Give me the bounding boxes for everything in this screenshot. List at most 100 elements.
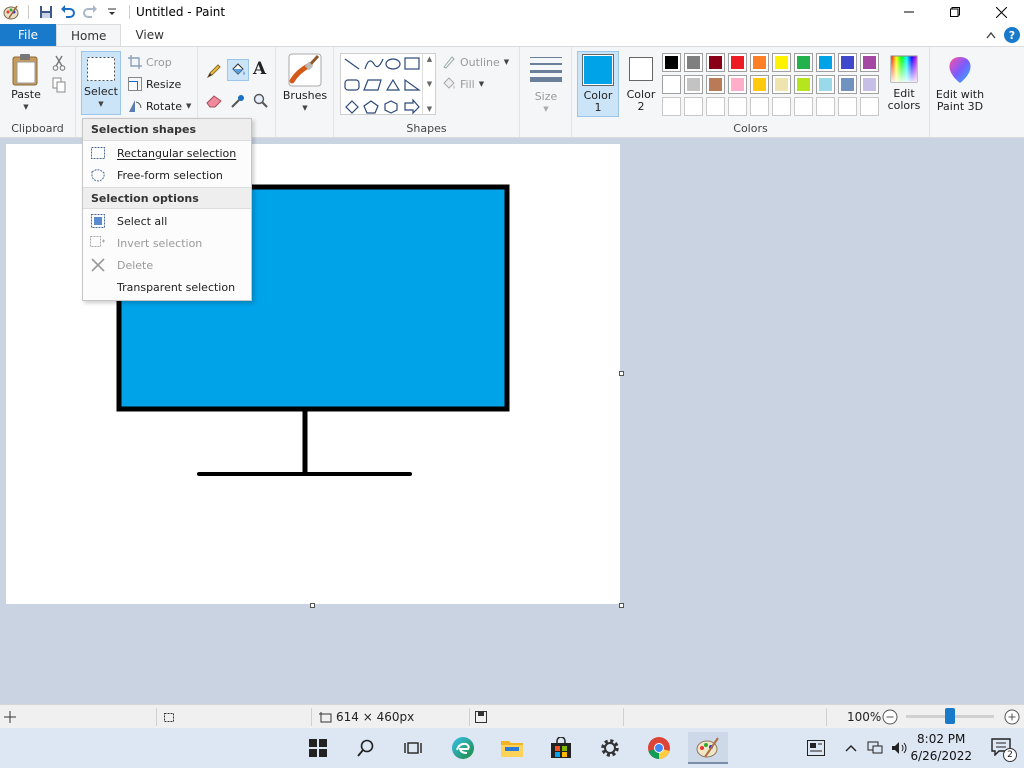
volume-button[interactable] — [888, 732, 912, 764]
palette-swatch[interactable] — [662, 75, 681, 94]
rotate-button[interactable]: Rotate ▼ — [128, 96, 191, 116]
palette-swatch[interactable] — [728, 75, 747, 94]
palette-swatch[interactable] — [772, 75, 791, 94]
palette-swatch[interactable] — [772, 53, 791, 72]
network-button[interactable] — [864, 732, 886, 764]
cut-button[interactable] — [52, 53, 66, 73]
fill-button[interactable]: Fill ▼ — [442, 74, 484, 94]
system-clock[interactable]: 8:02 PM 6/26/2022 — [910, 731, 972, 765]
chevron-down-icon: ▼ — [302, 104, 308, 112]
palette-swatch[interactable] — [816, 75, 835, 94]
undo-icon[interactable] — [57, 1, 79, 23]
zoom-in-button[interactable] — [1004, 705, 1020, 728]
task-view-button[interactable] — [393, 732, 433, 764]
tab-file[interactable]: File — [0, 24, 56, 46]
fill-tool[interactable] — [227, 59, 249, 81]
swatch-color — [841, 78, 854, 91]
news-widget-button[interactable] — [796, 732, 836, 764]
crop-button[interactable]: Crop — [128, 52, 172, 72]
magnifier-tool[interactable] — [253, 91, 269, 111]
edge-browser-button[interactable] — [443, 732, 483, 764]
shapes-scrollbar[interactable]: ▲ ▼ ▼ — [422, 53, 436, 115]
text-tool[interactable]: A — [253, 59, 266, 79]
palette-swatch[interactable] — [750, 75, 769, 94]
notification-center-button[interactable]: 2 — [982, 732, 1022, 764]
ribbon-collapse-icon[interactable] — [986, 31, 996, 39]
window-title: Untitled - Paint — [136, 5, 226, 19]
palette-swatch[interactable] — [684, 53, 703, 72]
palette-swatch[interactable] — [794, 53, 813, 72]
brushes-button[interactable]: Brushes ▼ — [282, 53, 328, 114]
save-icon[interactable] — [35, 1, 57, 23]
copy-button[interactable] — [52, 75, 66, 95]
palette-swatch-empty[interactable] — [816, 97, 835, 116]
paste-icon — [12, 54, 38, 86]
palette-swatch[interactable] — [706, 53, 725, 72]
outline-button[interactable]: Outline ▼ — [442, 52, 509, 72]
resize-handle-right[interactable] — [619, 371, 624, 376]
resize-handle-bottom[interactable] — [310, 603, 315, 608]
paint-app-icon[interactable] — [0, 1, 22, 23]
show-hidden-icons-button[interactable] — [838, 732, 864, 764]
palette-swatch-empty[interactable] — [750, 97, 769, 116]
palette-swatch[interactable] — [838, 53, 857, 72]
menu-item-delete[interactable]: Delete — [83, 254, 251, 276]
chrome-button[interactable] — [639, 732, 679, 764]
scroll-down-icon[interactable]: ▼ — [427, 80, 432, 88]
maximize-button[interactable] — [932, 0, 978, 24]
palette-swatch[interactable] — [728, 53, 747, 72]
palette-swatch-empty[interactable] — [838, 97, 857, 116]
color1-button[interactable]: Color 1 — [577, 51, 619, 117]
menu-item-invert-selection[interactable]: Invert selection — [83, 232, 251, 254]
palette-swatch-empty[interactable] — [728, 97, 747, 116]
minimize-button[interactable] — [886, 0, 932, 24]
search-button[interactable] — [346, 732, 386, 764]
close-button[interactable] — [978, 0, 1024, 24]
menu-item-rectangular-selection[interactable]: Rectangular selection — [83, 142, 251, 164]
zoom-out-button[interactable] — [882, 705, 898, 728]
expand-gallery-icon[interactable]: ▼ — [427, 105, 432, 113]
palette-swatch[interactable] — [794, 75, 813, 94]
palette-swatch-empty[interactable] — [860, 97, 879, 116]
eraser-tool[interactable] — [206, 91, 222, 111]
palette-swatch-empty[interactable] — [772, 97, 791, 116]
menu-item-transparent-selection[interactable]: Transparent selection — [83, 276, 251, 298]
zoom-slider[interactable] — [906, 705, 996, 728]
paste-button[interactable]: Paste ▼ — [6, 53, 46, 113]
menu-item-select-all[interactable]: Select all — [83, 210, 251, 232]
file-explorer-button[interactable] — [492, 732, 532, 764]
palette-swatch[interactable] — [684, 75, 703, 94]
palette-swatch[interactable] — [662, 53, 681, 72]
zoom-slider-thumb[interactable] — [945, 708, 955, 724]
palette-swatch-empty[interactable] — [706, 97, 725, 116]
settings-button[interactable] — [590, 732, 630, 764]
palette-swatch[interactable] — [860, 53, 879, 72]
pencil-tool[interactable] — [206, 61, 222, 81]
palette-swatch[interactable] — [860, 75, 879, 94]
palette-swatch-empty[interactable] — [684, 97, 703, 116]
resize-handle-corner[interactable] — [619, 603, 624, 608]
resize-button[interactable]: Resize — [128, 74, 181, 94]
color2-button[interactable]: Color 2 — [622, 53, 660, 113]
customize-toolbar-icon[interactable] — [101, 1, 123, 23]
menu-item-free-form-selection[interactable]: Free-form selection — [83, 164, 251, 186]
palette-swatch[interactable] — [706, 75, 725, 94]
tab-view[interactable]: View — [121, 24, 177, 46]
palette-swatch[interactable] — [816, 53, 835, 72]
microsoft-store-button[interactable] — [541, 732, 581, 764]
tab-home[interactable]: Home — [56, 24, 122, 46]
paint-taskbar-button[interactable] — [688, 732, 728, 764]
color-picker-tool[interactable] — [230, 91, 246, 111]
size-button[interactable]: Size ▼ — [526, 55, 566, 115]
edit-colors-button[interactable]: Edit colors — [882, 55, 926, 112]
palette-swatch-empty[interactable] — [794, 97, 813, 116]
redo-icon[interactable] — [79, 1, 101, 23]
palette-swatch[interactable] — [838, 75, 857, 94]
edit-with-paint3d-button[interactable]: Edit with Paint 3D — [934, 55, 986, 113]
scroll-up-icon[interactable]: ▲ — [427, 55, 432, 63]
palette-swatch-empty[interactable] — [662, 97, 681, 116]
select-button[interactable]: Select ▼ — [81, 51, 121, 115]
help-icon[interactable]: ? — [1004, 27, 1020, 43]
start-button[interactable] — [298, 732, 338, 764]
palette-swatch[interactable] — [750, 53, 769, 72]
